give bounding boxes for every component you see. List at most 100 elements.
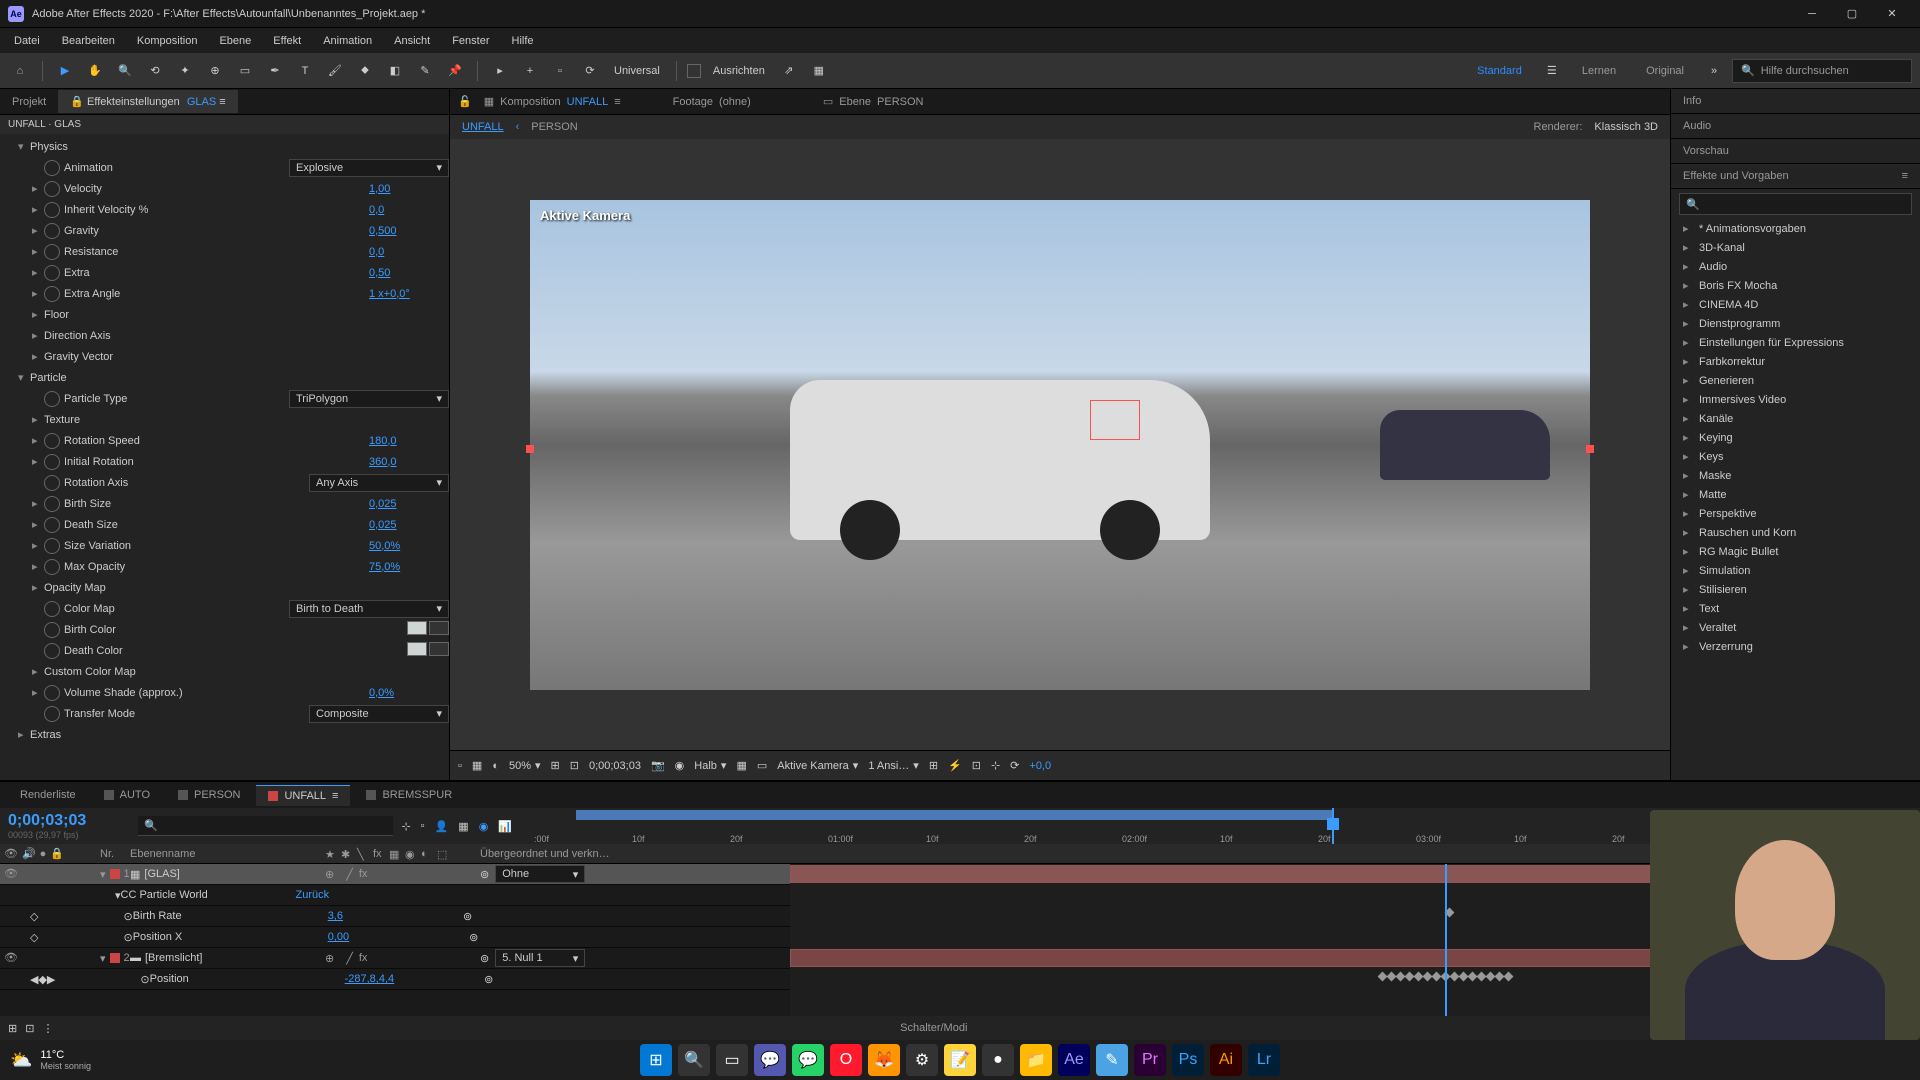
snap-grid-icon[interactable]: ▦ (807, 59, 831, 83)
group-physics[interactable]: Physics (30, 141, 449, 153)
tab-auto[interactable]: AUTO (92, 785, 162, 805)
firefox-icon[interactable]: 🦊 (868, 1044, 900, 1076)
rotation-tool[interactable]: ✦ (173, 59, 197, 83)
exposure-value[interactable]: +0,0 (1029, 760, 1051, 772)
effect-category[interactable]: ▸Rauschen und Korn (1671, 523, 1920, 542)
timeline-search[interactable]: 🔍 (138, 816, 393, 836)
twirl-icon[interactable]: ▾ (18, 140, 30, 153)
effect-category[interactable]: ▸CINEMA 4D (1671, 295, 1920, 314)
twirl-icon[interactable]: ▸ (1683, 374, 1693, 387)
selection-handle[interactable] (526, 445, 534, 453)
twirl-icon[interactable]: ▸ (1683, 621, 1693, 634)
timeline-timecode[interactable]: 0;00;03;03 (8, 812, 122, 830)
graph-editor-icon[interactable]: 📊 (498, 820, 512, 833)
volume-shade-value[interactable]: 0,0% (369, 687, 449, 699)
parent-dropdown[interactable]: Ohne▾ (495, 865, 585, 883)
panel-menu-icon[interactable]: ≡ (1902, 170, 1908, 182)
prop-row-position[interactable]: ◀◆▶ ⊙ Position -287,8,4,4 ⊚ (0, 969, 790, 990)
3d-view-icon[interactable]: ▭ (757, 759, 767, 772)
camera-dropdown[interactable]: Aktive Kamera ▾ (777, 759, 858, 772)
position-x-value[interactable]: 0,00 (328, 931, 349, 943)
stamp-tool[interactable]: ⬥ (353, 59, 377, 83)
eye-icon[interactable]: 👁 (4, 951, 18, 965)
menu-hilfe[interactable]: Hilfe (502, 32, 544, 50)
parent-dropdown[interactable]: 5. Null 1▾ (495, 949, 585, 967)
keyframe-sequence[interactable] (1378, 971, 1558, 981)
audio-column-icon[interactable]: 🔊 (22, 847, 36, 860)
tab-projekt[interactable]: Projekt (0, 91, 58, 113)
flowchart-icon[interactable]: ⊹ (991, 759, 1000, 772)
keyframe-nav-icon[interactable]: ◇ (30, 910, 38, 923)
prop-gravity-vector[interactable]: Gravity Vector (44, 351, 449, 363)
transfer-mode-dropdown[interactable]: Composite▾ (309, 705, 449, 723)
twirl-icon[interactable]: ▸ (32, 665, 44, 678)
menu-ebene[interactable]: Ebene (209, 32, 261, 50)
stopwatch-icon[interactable]: ⊙ (123, 931, 132, 944)
keyframe-nav-icon[interactable]: ◇ (30, 931, 38, 944)
maximize-button[interactable]: ▢ (1832, 0, 1872, 28)
prop-texture[interactable]: Texture (44, 414, 449, 426)
size-variation-value[interactable]: 50,0% (369, 540, 449, 552)
prop-floor[interactable]: Floor (44, 309, 449, 321)
eyedropper-icon[interactable] (429, 621, 449, 635)
twirl-icon[interactable]: ▸ (32, 308, 44, 321)
mask-icon[interactable]: ◐ (492, 760, 499, 772)
photoshop-icon[interactable]: Ps (1172, 1044, 1204, 1076)
layer-row-bremslicht[interactable]: 👁 ▾2 ▬[Bremslicht] ⊕╱fx ⊚5. Null 1▾ (0, 948, 790, 969)
toggle-switches-icon[interactable]: ⊞ (8, 1022, 17, 1035)
stopwatch-icon[interactable] (44, 160, 60, 176)
schalter-modi-label[interactable]: Schalter/Modi (900, 1022, 967, 1034)
tab-footage[interactable]: Footage (ohne) (673, 96, 751, 108)
menu-ansicht[interactable]: Ansicht (384, 32, 440, 50)
pickwhip-icon[interactable]: ⊚ (463, 910, 472, 923)
workspace-overflow-icon[interactable]: » (1702, 59, 1726, 83)
twirl-icon[interactable]: ▸ (1683, 545, 1693, 558)
lock-column-icon[interactable]: 🔒 (50, 847, 64, 860)
work-area[interactable] (576, 810, 1332, 820)
tab-ebene[interactable]: ▭ Ebene PERSON (823, 95, 924, 108)
stopwatch-icon[interactable]: ⊙ (123, 910, 132, 923)
effect-category[interactable]: ▸Audio (1671, 257, 1920, 276)
illustrator-icon[interactable]: Ai (1210, 1044, 1242, 1076)
panel-info[interactable]: Info (1671, 89, 1920, 114)
menu-bearbeiten[interactable]: Bearbeiten (52, 32, 125, 50)
panel-audio[interactable]: Audio (1671, 114, 1920, 139)
brush-tool[interactable]: 🖌 (323, 59, 347, 83)
twirl-icon[interactable]: ▸ (1683, 412, 1693, 425)
twirl-icon[interactable]: ▸ (32, 686, 44, 699)
app-icon-2[interactable]: 📝 (944, 1044, 976, 1076)
aftereffects-taskbar-icon[interactable]: Ae (1058, 1044, 1090, 1076)
opera-icon[interactable]: O (830, 1044, 862, 1076)
death-size-value[interactable]: 0,025 (369, 519, 449, 531)
timeline-icon[interactable]: ⊡ (972, 759, 981, 772)
solo-column-icon[interactable]: ● (40, 848, 47, 860)
app-icon-3[interactable]: ✎ (1096, 1044, 1128, 1076)
effect-category[interactable]: ▸Generieren (1671, 371, 1920, 390)
menu-animation[interactable]: Animation (313, 32, 382, 50)
keyframe-nav-icon[interactable]: ◀◆▶ (30, 973, 55, 986)
menu-fenster[interactable]: Fenster (442, 32, 499, 50)
effect-category[interactable]: ▸Stilisieren (1671, 580, 1920, 599)
cycle-icon[interactable]: ⟳ (578, 59, 602, 83)
effect-category[interactable]: ▸Keys (1671, 447, 1920, 466)
renderer-value[interactable]: Klassisch 3D (1594, 121, 1658, 133)
twirl-icon[interactable]: ▾ (100, 868, 106, 881)
whatsapp-icon[interactable]: 💬 (792, 1044, 824, 1076)
menu-komposition[interactable]: Komposition (127, 32, 208, 50)
twirl-icon[interactable]: ▸ (1683, 450, 1693, 463)
effect-category[interactable]: ▸Einstellungen für Expressions (1671, 333, 1920, 352)
twirl-icon[interactable]: ▸ (32, 497, 44, 510)
effect-category[interactable]: ▸Maske (1671, 466, 1920, 485)
stopwatch-icon[interactable] (44, 685, 60, 701)
rotation-axis-dropdown[interactable]: Any Axis▾ (309, 474, 449, 492)
minimize-button[interactable]: ─ (1792, 0, 1832, 28)
twirl-icon[interactable]: ▸ (32, 581, 44, 594)
teams-icon[interactable]: 💬 (754, 1044, 786, 1076)
menu-datei[interactable]: Datei (4, 32, 50, 50)
selection-handle[interactable] (1586, 445, 1594, 453)
layer-row-glas[interactable]: 👁 ▾1 ▦[GLAS] ⊕╱fx ⊚Ohne▾ (0, 864, 790, 885)
position-value[interactable]: -287,8,4,4 (345, 973, 395, 985)
panel-vorschau[interactable]: Vorschau (1671, 139, 1920, 164)
effect-category[interactable]: ▸Verzerrung (1671, 637, 1920, 656)
prop-opacity-map[interactable]: Opacity Map (44, 582, 449, 594)
